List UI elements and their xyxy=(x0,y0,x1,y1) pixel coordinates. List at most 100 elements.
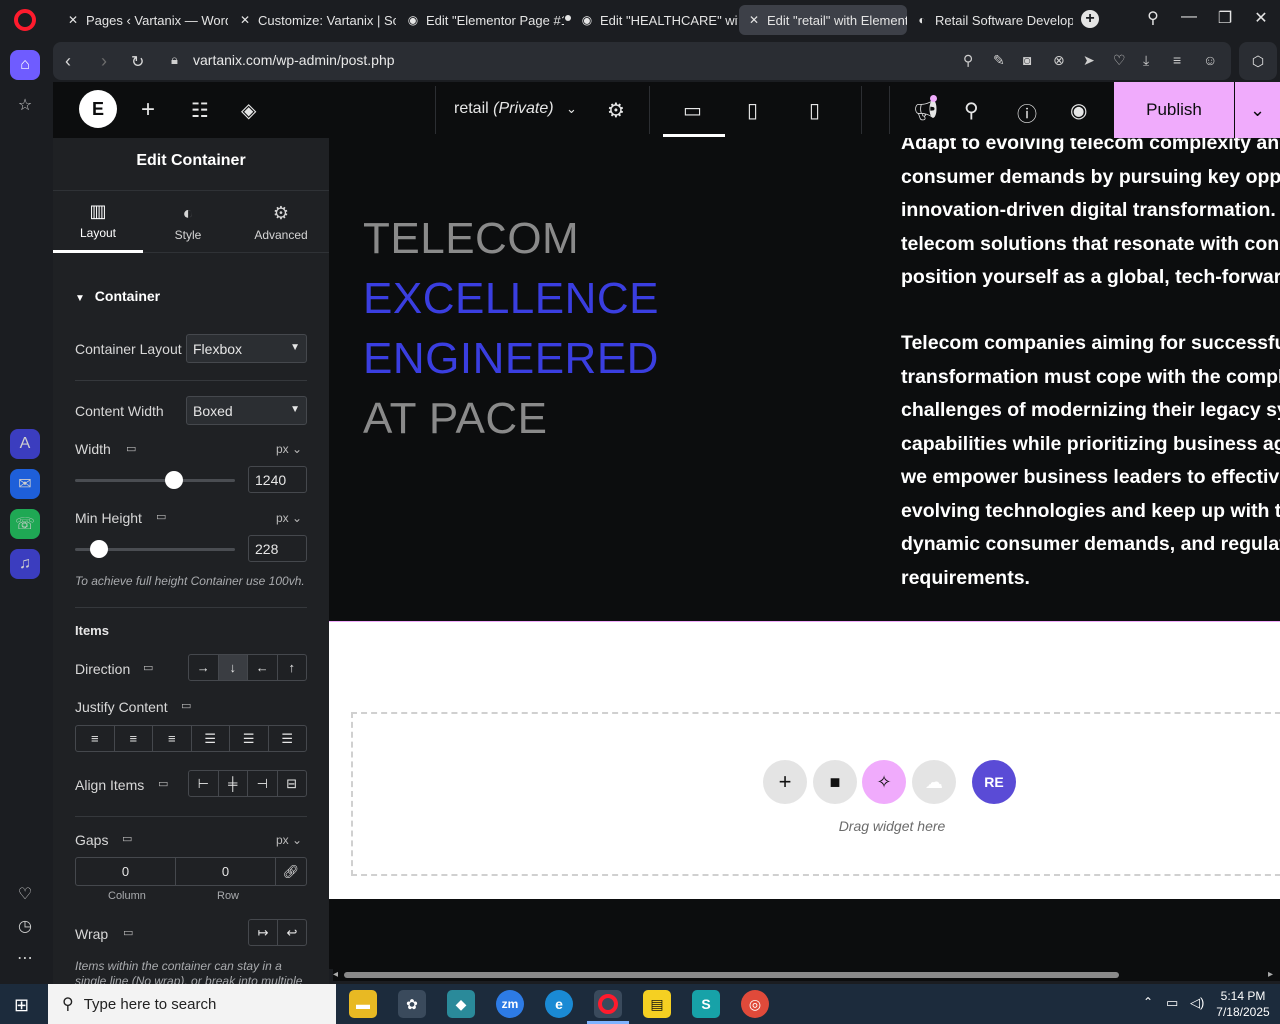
gaps-unit-select[interactable]: px ⌄ xyxy=(276,833,302,847)
template-folder-icon[interactable]: ■ xyxy=(813,760,857,804)
search-tabs-icon[interactable]: ⚲ xyxy=(1141,8,1165,30)
shield-icon[interactable]: ⊗ xyxy=(1053,52,1065,69)
clock[interactable]: 5:14 PM 7/18/2025 xyxy=(1212,988,1274,1020)
gap-row-input[interactable]: 0 xyxy=(176,858,276,885)
more-icon[interactable]: ⋯ xyxy=(10,943,40,973)
desktop-responsive-icon[interactable]: ▭ xyxy=(123,926,133,939)
edit-icon[interactable]: ✎ xyxy=(993,52,1005,69)
align-start-icon[interactable]: ⊢ xyxy=(189,771,219,796)
desktop-responsive-icon[interactable]: ▭ xyxy=(143,661,153,674)
drop-zone[interactable]: + ■ ✧ ☁ RE Drag widget here xyxy=(351,712,1280,876)
hero-line-3[interactable]: ENGINEERED xyxy=(363,334,659,384)
container-section-toggle[interactable]: ▼ Container xyxy=(75,288,160,304)
paragraph-2[interactable]: Telecom companies aiming for successful … xyxy=(901,327,1280,595)
close-window-button[interactable]: ✕ xyxy=(1249,8,1273,30)
direction-row-arrow-right-icon[interactable]: → xyxy=(189,655,219,680)
tab-style[interactable]: ◐ Style xyxy=(143,191,233,253)
home-icon[interactable]: ⌂ xyxy=(10,50,40,80)
help-icon[interactable]: ⓘ xyxy=(1017,98,1037,127)
reload-icon[interactable]: ↻ xyxy=(131,52,144,72)
tab-layout[interactable]: ▥ Layout xyxy=(53,191,143,253)
heart-icon[interactable]: ♡ xyxy=(1113,52,1126,69)
desktop-responsive-icon[interactable]: ▭ xyxy=(122,832,132,845)
app-diamond-icon[interactable]: ◆ xyxy=(447,990,475,1018)
history-icon[interactable]: ◷ xyxy=(10,911,40,941)
paint-icon[interactable]: ✿ xyxy=(398,990,426,1018)
wrap-icon[interactable]: ↩ xyxy=(278,920,306,945)
new-tab-button[interactable]: + xyxy=(1081,10,1099,28)
paragraph-1[interactable]: Adapt to evolving telecom complexity and… xyxy=(901,138,1280,295)
tab-advanced[interactable]: ⚙ Advanced xyxy=(233,191,329,253)
extensions-icon[interactable]: ⬡ xyxy=(1239,42,1277,80)
page-settings-gear-icon[interactable]: ⚙ xyxy=(607,98,625,123)
maximize-button[interactable]: ❐ xyxy=(1213,8,1237,30)
back-icon[interactable]: ‹ xyxy=(65,51,71,72)
desktop-device-icon[interactable]: ▭ xyxy=(683,98,702,123)
gap-column-input[interactable]: 0 xyxy=(76,858,176,885)
scroll-right-icon[interactable]: ▸ xyxy=(1268,969,1273,980)
network-icon[interactable]: ▭ xyxy=(1166,995,1178,1011)
search-icon[interactable]: ⚲ xyxy=(964,98,979,123)
direction-column-arrow-down-icon[interactable]: ↓ xyxy=(218,655,248,680)
messenger-icon[interactable]: ✉ xyxy=(10,469,40,499)
hero-line-1[interactable]: TELECOM xyxy=(363,214,579,264)
tab-retail-software[interactable]: ◐ Retail Software Development xyxy=(907,5,1073,35)
camera-icon[interactable]: ◙ xyxy=(1023,52,1031,68)
width-slider-handle[interactable] xyxy=(165,471,184,489)
tray-chevron-up-icon[interactable]: ⌃ xyxy=(1143,995,1153,1009)
container-layout-select[interactable]: Flexbox ▼ xyxy=(186,334,307,363)
desktop-responsive-icon[interactable]: ▭ xyxy=(156,510,166,523)
preview-eye-icon[interactable]: ◉ xyxy=(1070,98,1087,123)
sticky-notes-icon[interactable]: ▤ xyxy=(643,990,671,1018)
elementor-logo-icon[interactable]: E xyxy=(79,90,117,128)
content-width-select[interactable]: Boxed ▼ xyxy=(186,396,307,425)
justify-end-icon[interactable]: ≡ xyxy=(153,726,192,751)
tab-elementor-page[interactable]: ◉ Edit "Elementor Page #10" xyxy=(398,5,564,35)
tablet-device-icon[interactable]: ▯ xyxy=(747,98,758,123)
mobile-device-icon[interactable]: ▯ xyxy=(809,98,820,123)
desktop-responsive-icon[interactable]: ▭ xyxy=(181,699,191,712)
scroll-left-icon[interactable]: ◂ xyxy=(333,969,338,980)
structure-icon[interactable]: ◈ xyxy=(241,98,256,123)
hero-line-2[interactable]: EXCELLENCE xyxy=(363,274,659,324)
min-height-unit-select[interactable]: px ⌄ xyxy=(276,511,302,525)
windows-start-icon[interactable]: ⊞ xyxy=(14,995,29,1016)
send-icon[interactable]: ➤ xyxy=(1083,52,1095,69)
opera-logo-icon[interactable] xyxy=(14,9,36,31)
opera-taskbar-icon[interactable] xyxy=(594,990,622,1018)
tab-retail[interactable]: ✕ Edit "retail" with Elementor xyxy=(739,5,907,35)
min-height-slider-handle[interactable] xyxy=(90,540,108,558)
edge-icon[interactable]: e xyxy=(545,990,573,1018)
url-field[interactable]: vartanix.com/wp-admin/post.php xyxy=(193,52,395,68)
justify-start-icon[interactable]: ≡ xyxy=(76,726,115,751)
hero-line-4[interactable]: AT PACE xyxy=(363,394,547,444)
desktop-responsive-icon[interactable]: ▭ xyxy=(158,777,168,790)
align-center-icon[interactable]: ╪ xyxy=(219,771,248,796)
justify-space-between-icon[interactable]: ☰ xyxy=(192,726,230,751)
tab-customize[interactable]: ✕ Customize: Vartanix | Software xyxy=(230,5,396,35)
aria-icon[interactable]: A xyxy=(10,429,40,459)
file-explorer-icon[interactable]: ▬ xyxy=(349,990,377,1018)
align-end-icon[interactable]: ⊣ xyxy=(248,771,278,796)
document-name[interactable]: retail (Private) ⌄ xyxy=(454,100,577,118)
kit-icon[interactable]: ☁ xyxy=(912,760,956,804)
min-height-input[interactable]: 228 xyxy=(248,535,307,562)
menu-icon[interactable]: ≡ xyxy=(1173,52,1181,68)
horizontal-scrollbar-thumb[interactable] xyxy=(344,972,1119,978)
heart-icon[interactable]: ♡ xyxy=(10,879,40,909)
tab-pages[interactable]: ✕ Pages ‹ Vartanix — WordPress xyxy=(58,5,228,35)
direction-row-reverse-arrow-left-icon[interactable]: ← xyxy=(248,655,278,680)
direction-column-reverse-arrow-up-icon[interactable]: ↑ xyxy=(278,655,307,680)
no-wrap-icon[interactable]: ↦ xyxy=(249,920,278,945)
tab-healthcare[interactable]: ◉ Edit "HEALTHCARE" with Elementor xyxy=(572,5,738,35)
zoom-icon[interactable]: ⚲ xyxy=(963,52,973,69)
music-icon[interactable]: ♫ xyxy=(10,549,40,579)
profile-icon[interactable]: ☺ xyxy=(1203,52,1217,68)
minimize-button[interactable]: — xyxy=(1177,8,1201,30)
width-input[interactable]: 1240 xyxy=(248,466,307,493)
zoom-app-icon[interactable]: zm xyxy=(496,990,524,1018)
publish-options-chevron-icon[interactable]: ⌄ xyxy=(1235,82,1280,138)
site-settings-icon[interactable]: ☷ xyxy=(191,98,209,123)
download-icon[interactable]: ⤓ xyxy=(1143,52,1149,69)
ai-sparkle-icon[interactable]: ✧ xyxy=(862,760,906,804)
